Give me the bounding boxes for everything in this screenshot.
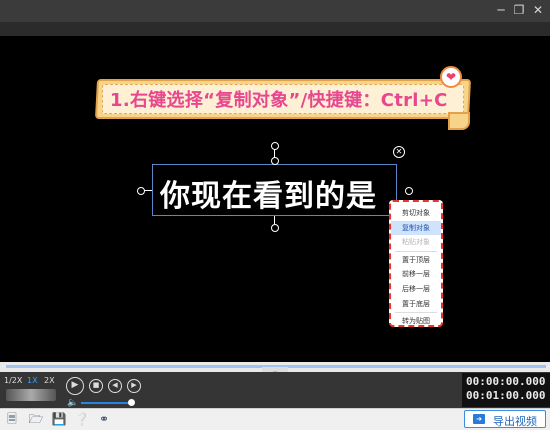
menu-item-send-to-back[interactable]: 置于底层: [391, 297, 441, 312]
context-menu: 剪切对象 复制对象 粘贴对象 置于顶层 前移一层 后移一层 置于底层 转为贴图: [389, 200, 443, 327]
speed-half[interactable]: 1/2X: [4, 376, 22, 385]
speed-1x[interactable]: 1X: [27, 376, 38, 385]
volume-slider[interactable]: [81, 402, 131, 404]
resize-handle-top[interactable]: [271, 157, 279, 165]
menu-item-paste: 粘贴对象: [402, 238, 430, 247]
banner-text: 1.右键选择“复制对象”/快捷键：Ctrl+C: [110, 90, 448, 111]
banner-curl-decoration: [448, 112, 470, 130]
restore-icon[interactable]: ❐: [512, 3, 526, 17]
resize-handle-bottom[interactable]: [271, 224, 279, 232]
next-frame-icon[interactable]: ▶: [127, 379, 141, 393]
total-time: 00:01:00.000: [466, 389, 546, 402]
volume-knob[interactable]: [128, 399, 135, 406]
delete-object-icon[interactable]: ✕: [393, 146, 405, 158]
open-folder-icon[interactable]: 🗁: [28, 411, 44, 427]
selected-text-object[interactable]: 你现在看到的是: [160, 171, 377, 215]
volume-icon[interactable]: 🔈: [67, 398, 78, 408]
menu-item-convert-to-sticker[interactable]: 转为贴图: [391, 314, 441, 329]
instruction-banner[interactable]: 1.右键选择“复制对象”/快捷键：Ctrl+C: [94, 79, 472, 123]
export-video-button[interactable]: ➜ 导出视频: [464, 410, 546, 428]
menu-item-cut[interactable]: 剪切对象: [391, 206, 441, 221]
help-icon[interactable]: ❔: [74, 411, 90, 427]
menu-item-bring-to-front[interactable]: 置于顶层: [391, 253, 441, 268]
heart-icon: ❤: [440, 66, 462, 88]
play-icon[interactable]: ▶: [66, 377, 84, 395]
share-icon[interactable]: ⚭: [96, 411, 112, 427]
window-titlebar: [0, 0, 550, 22]
new-project-icon[interactable]: 🗏: [4, 411, 20, 427]
menu-item-send-backward[interactable]: 后移一层: [391, 282, 441, 297]
export-icon: ➜: [473, 414, 485, 424]
resize-handle-left[interactable]: [137, 187, 145, 195]
speed-slider[interactable]: [6, 389, 56, 401]
handle-line-bottom: [274, 216, 275, 224]
handle-line-left: [144, 190, 152, 191]
resize-handle-right[interactable]: [405, 187, 413, 195]
close-icon[interactable]: ✕: [531, 3, 545, 17]
speed-2x[interactable]: 2X: [44, 376, 55, 385]
menu-item-bring-forward[interactable]: 前移一层: [391, 267, 441, 282]
minimize-icon[interactable]: ─: [494, 3, 508, 17]
top-strip: [0, 22, 550, 36]
menu-separator: [395, 250, 437, 252]
export-video-label: 导出视频: [493, 415, 537, 428]
stop-icon[interactable]: ■: [89, 379, 103, 393]
save-icon[interactable]: 💾: [51, 411, 67, 427]
rotate-handle[interactable]: [271, 142, 279, 150]
prev-frame-icon[interactable]: ◀: [108, 379, 122, 393]
menu-item-copy[interactable]: 复制对象: [391, 220, 441, 236]
menu-separator: [395, 312, 437, 314]
current-time: 00:00:00.000: [466, 375, 546, 388]
